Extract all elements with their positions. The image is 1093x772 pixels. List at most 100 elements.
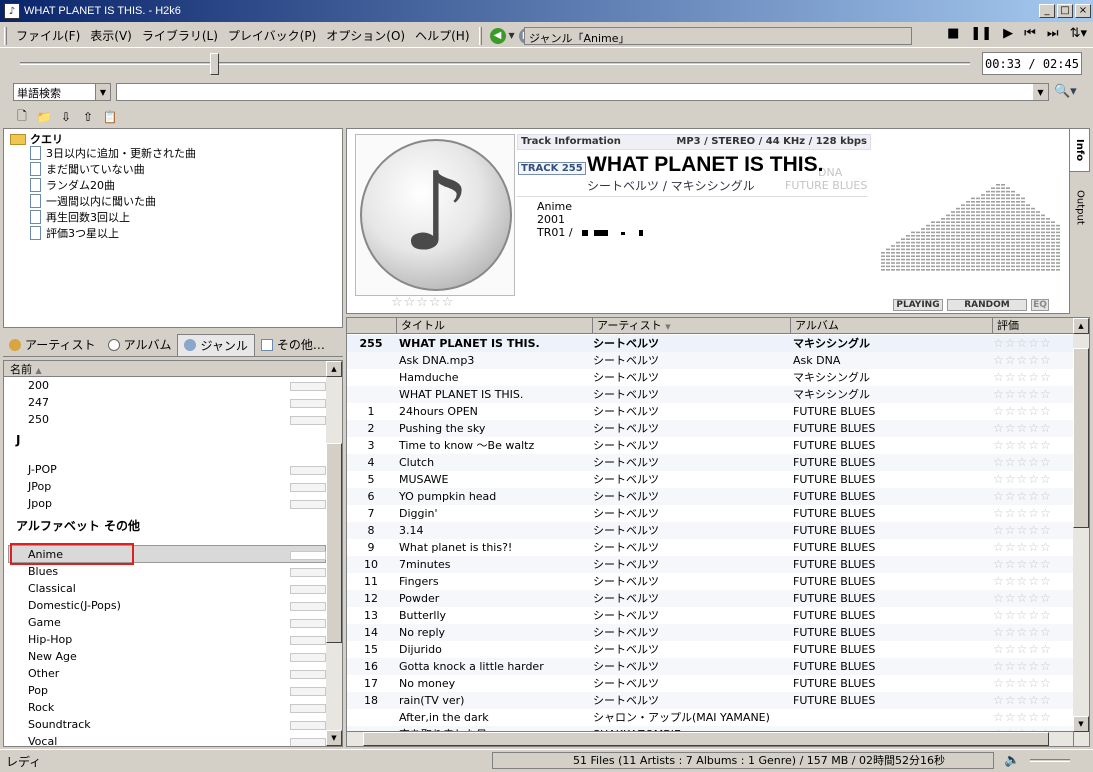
track-rating-cell[interactable]: ☆☆☆☆☆ [993, 641, 1071, 658]
table-row[interactable]: 18 rain(TV ver) シートベルツ FUTURE BLUES ☆☆☆☆☆ [347, 692, 1073, 709]
list-item[interactable]: New Age [28, 648, 77, 665]
list-item[interactable]: 247 [28, 394, 49, 411]
tab-info[interactable]: Info [1070, 128, 1090, 172]
table-row[interactable]: After,in the dark シャロン・アップル(MAI YAMANE) ☆☆… [347, 709, 1073, 726]
minimize-button[interactable]: _ [1039, 4, 1055, 18]
list-item[interactable]: Game [28, 614, 61, 631]
stop-icon[interactable]: ■ [947, 26, 959, 41]
table-row[interactable]: 5 MUSAWE シートベルツ FUTURE BLUES ☆☆☆☆☆ [347, 471, 1073, 488]
track-rating-cell[interactable]: ☆☆☆☆☆ [993, 488, 1071, 505]
play-icon[interactable]: ▶ [1003, 26, 1013, 41]
track-rating-cell[interactable]: ☆☆☆☆☆ [993, 335, 1071, 352]
table-row[interactable]: 2 Pushing the sky シートベルツ FUTURE BLUES ☆☆☆☆☆ [347, 420, 1073, 437]
rating-stars[interactable]: ☆☆☆☆☆ [391, 295, 454, 310]
table-row[interactable]: 9 What planet is this?! シートベルツ FUTURE BLUES… [347, 539, 1073, 556]
export-icon[interactable]: ⇧ [80, 110, 96, 125]
scroll-up-icon[interactable]: ▲ [326, 361, 342, 377]
table-row[interactable]: 6 YO pumpkin head シートベルツ FUTURE BLUES ☆☆☆☆☆ [347, 488, 1073, 505]
tab-other[interactable]: その他… [255, 334, 331, 356]
track-rating-cell[interactable]: ☆☆☆☆☆ [993, 454, 1071, 471]
column-header-album[interactable]: アルバム [791, 318, 993, 334]
list-item[interactable]: Rock [28, 699, 54, 716]
table-row[interactable]: WHAT PLANET IS THIS. シートベルツ マキシシングル ☆☆☆☆☆ [347, 386, 1073, 403]
tab-album[interactable]: アルバム [102, 334, 178, 356]
close-button[interactable]: × [1075, 4, 1091, 18]
list-item[interactable]: 200 [28, 377, 49, 394]
table-row[interactable]: 17 No money シートベルツ FUTURE BLUES ☆☆☆☆☆ [347, 675, 1073, 692]
list-item[interactable]: Classical [28, 580, 76, 597]
list-item[interactable]: Blues [28, 563, 58, 580]
table-row[interactable]: 15 Dijurido シートベルツ FUTURE BLUES ☆☆☆☆☆ [347, 641, 1073, 658]
track-rating-cell[interactable]: ☆☆☆☆☆ [993, 624, 1071, 641]
track-rating-cell[interactable]: ☆☆☆☆☆ [993, 437, 1071, 454]
table-row[interactable]: 14 No reply シートベルツ FUTURE BLUES ☆☆☆☆☆ [347, 624, 1073, 641]
import-icon[interactable]: ⇩ [58, 110, 74, 125]
list-item[interactable]: 250 [28, 411, 49, 428]
table-row[interactable]: 16 Gotta knock a little harder シートベルツ FUTUR… [347, 658, 1073, 675]
status-eq[interactable]: EQ [1031, 299, 1049, 311]
list-item[interactable]: Soundtrack [28, 716, 91, 733]
scroll-thumb[interactable] [1073, 348, 1089, 528]
menu-library[interactable]: ライブラリ(L) [137, 27, 223, 44]
chevron-down-icon[interactable]: ▼ [1033, 84, 1048, 100]
toolbar-grip[interactable] [478, 26, 482, 45]
seek-bar[interactable] [20, 53, 970, 75]
search-input[interactable]: ▼ [116, 83, 1049, 101]
list-item[interactable]: Vocal [28, 733, 57, 746]
tab-artist[interactable]: アーティスト [3, 334, 102, 356]
track-rating-cell[interactable]: ☆☆☆☆☆ [993, 590, 1071, 607]
properties-icon[interactable]: 📋 [102, 110, 118, 125]
query-item[interactable]: 一週間以内に聞いた曲 [30, 193, 156, 209]
track-rating-cell[interactable]: ☆☆☆☆☆ [993, 403, 1071, 420]
query-item[interactable]: 3日以内に追加・更新された曲 [30, 145, 196, 161]
track-rating-cell[interactable]: ☆☆☆☆☆ [993, 556, 1071, 573]
query-item[interactable]: まだ聞いていない曲 [30, 161, 145, 177]
back-arrow-icon[interactable]: ◀ [489, 27, 506, 44]
maximize-button[interactable]: □ [1057, 4, 1073, 18]
list-item[interactable]: Jpop [28, 495, 52, 512]
table-row[interactable]: Hamduche シートベルツ マキシシングル ☆☆☆☆☆ [347, 369, 1073, 386]
list-item-selected[interactable]: Anime [28, 546, 63, 563]
table-row[interactable]: 3 Time to know ～Be waltz シートベルツ FUTURE BLUE… [347, 437, 1073, 454]
search-icon[interactable]: 🔍▾ [1054, 84, 1077, 99]
menu-view[interactable]: 表示(V) [85, 27, 137, 44]
list-item[interactable]: Pop [28, 682, 48, 699]
scroll-thumb[interactable] [363, 732, 1049, 746]
search-mode-select[interactable]: 単語検索 ▼ [13, 83, 111, 101]
track-hscrollbar[interactable] [346, 731, 1074, 747]
list-item[interactable]: Other [28, 665, 59, 682]
title-bar[interactable]: ♪ WHAT PLANET IS THIS. - H2k6 _ □ × [0, 0, 1093, 22]
table-row[interactable]: 1 24hours OPEN シートベルツ FUTURE BLUES ☆☆☆☆☆ [347, 403, 1073, 420]
scroll-down-icon[interactable]: ▼ [1073, 716, 1089, 732]
scroll-up-icon[interactable]: ▲ [1073, 318, 1089, 334]
table-row[interactable]: Ask DNA.mp3 シートベルツ Ask DNA ☆☆☆☆☆ [347, 352, 1073, 369]
query-item[interactable]: 評価3つ星以上 [30, 225, 119, 241]
table-row[interactable]: 4 Clutch シートベルツ FUTURE BLUES ☆☆☆☆☆ [347, 454, 1073, 471]
speaker-icon[interactable]: 🔈 [1004, 753, 1020, 768]
track-rating-cell[interactable]: ☆☆☆☆☆ [993, 539, 1071, 556]
chevron-down-icon[interactable]: ▼ [95, 84, 110, 100]
toolbar-grip[interactable] [4, 26, 7, 45]
list-item[interactable]: J-POP [28, 461, 57, 478]
track-scrollbar[interactable]: ▲ ▼ [1073, 318, 1089, 746]
tab-genre[interactable]: ジャンル [177, 333, 255, 356]
list-item[interactable]: Hip-Hop [28, 631, 72, 648]
list-item[interactable]: Domestic(J-Pops) [28, 597, 121, 614]
next-track-icon[interactable]: ⏭ [1047, 26, 1059, 41]
sort-order-icon[interactable]: ⇅▾ [1070, 26, 1087, 41]
column-header-name[interactable]: 名前 ▲ [4, 361, 326, 377]
list-item[interactable]: JPop [28, 478, 51, 495]
track-rating-cell[interactable]: ☆☆☆☆☆ [993, 505, 1071, 522]
tab-output[interactable]: Output [1070, 182, 1090, 232]
menu-file[interactable]: ファイル(F) [11, 27, 85, 44]
table-row[interactable]: 7 Diggin' シートベルツ FUTURE BLUES ☆☆☆☆☆ [347, 505, 1073, 522]
track-rating-cell[interactable]: ☆☆☆☆☆ [993, 369, 1071, 386]
volume-slider[interactable] [1030, 759, 1070, 762]
open-folder-icon[interactable]: 📁 [36, 110, 52, 125]
previous-track-icon[interactable]: ⏮ [1024, 26, 1036, 41]
track-rating-cell[interactable]: ☆☆☆☆☆ [993, 522, 1071, 539]
track-rating-cell[interactable]: ☆☆☆☆☆ [993, 675, 1071, 692]
column-header-title[interactable]: タイトル [397, 318, 593, 334]
pause-icon[interactable]: ❚❚ [970, 26, 992, 41]
track-rating-cell[interactable]: ☆☆☆☆☆ [993, 692, 1071, 709]
